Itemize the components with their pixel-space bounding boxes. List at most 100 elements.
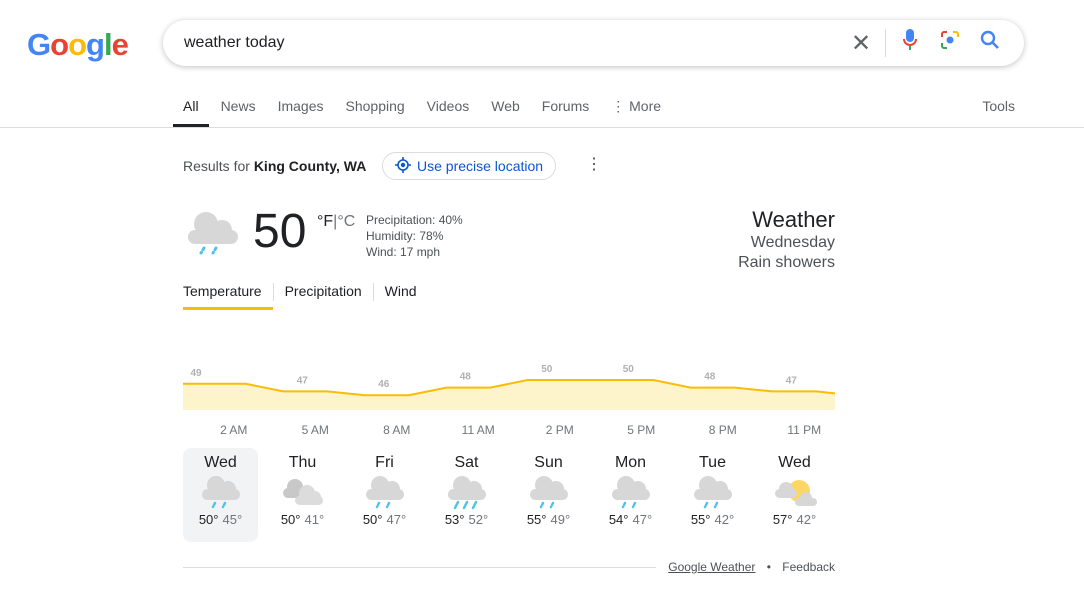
x-tick-label: 8 AM [383, 423, 411, 437]
wind: Wind: 17 mph [366, 245, 441, 259]
forecast-day[interactable]: Wed 57° 42° [757, 448, 832, 542]
tab-forums[interactable]: Forums [542, 96, 589, 127]
feedback-link[interactable]: Feedback [782, 560, 835, 574]
current-temperature: 50 [253, 205, 307, 258]
data-label: 47 [297, 375, 309, 386]
day-temps: 57° 42° [757, 512, 832, 527]
rain-icon [183, 472, 258, 512]
microphone-icon[interactable] [890, 29, 930, 57]
low-temp: 42° [796, 512, 817, 527]
location-name: King County, WA [253, 158, 367, 174]
forecast-day[interactable]: Tue 55° 42° [675, 448, 750, 542]
data-label: 47 [786, 375, 798, 386]
humidity: Humidity: 78% [366, 229, 444, 243]
divider [183, 567, 656, 568]
low-temp: 52° [468, 512, 489, 527]
tools-button[interactable]: Tools [982, 98, 1015, 114]
x-tick-label: 11 AM [461, 423, 495, 437]
tab-temperature[interactable]: Temperature [183, 283, 273, 310]
day-temps: 54° 47° [593, 512, 668, 527]
tab-shopping[interactable]: Shopping [346, 96, 405, 127]
x-tick-label: 11 PM [787, 423, 822, 437]
weather-details: Precipitation: 40% Humidity: 78% Wind: 1… [366, 212, 463, 260]
clear-icon[interactable]: ✕ [841, 29, 881, 58]
x-tick-label: 2 AM [220, 423, 248, 437]
forecast-day[interactable]: Sun 55° 49° [511, 448, 586, 542]
day-temps: 50° 45° [183, 512, 258, 527]
forecast-day[interactable]: Fri 50° 47° [347, 448, 422, 542]
forecast-day[interactable]: Mon 54° 47° [593, 448, 668, 542]
day-name: Sat [454, 454, 479, 471]
search-box[interactable]: weather today ✕ [163, 20, 1024, 66]
forecast-day[interactable]: Wed 50° 45° [183, 448, 258, 542]
rain-showers-icon [186, 208, 240, 263]
google-logo[interactable]: Google [27, 27, 129, 63]
day-name: Wed [778, 454, 811, 471]
unit-toggle: °F|°C [317, 213, 356, 230]
forecast-day[interactable]: Thu 50° 41° [265, 448, 340, 542]
x-tick-label: 8 PM [708, 423, 737, 437]
tab-more[interactable]: ⋮ More [611, 96, 661, 127]
low-temp: 47° [632, 512, 653, 527]
data-label: 46 [378, 379, 390, 390]
search-input[interactable]: weather today [184, 34, 841, 52]
forecast-day[interactable]: Sat 53° 52° [429, 448, 504, 542]
weather-tabs: Temperature Precipitation Wind [183, 283, 428, 310]
high-temp: 55° [690, 512, 711, 527]
data-label: 50 [623, 364, 635, 375]
search-icon[interactable] [970, 30, 1010, 56]
weather-condition: Rain showers [738, 254, 835, 271]
low-temp: 41° [304, 512, 325, 527]
high-temp: 57° [772, 512, 793, 527]
fahrenheit-unit[interactable]: °F [317, 213, 333, 230]
tab-wind[interactable]: Wind [372, 283, 428, 301]
weather-title: Weather [752, 207, 835, 232]
rain-icon [347, 472, 422, 512]
high-temp: 53° [444, 512, 465, 527]
data-label: 50 [541, 364, 553, 375]
camera-lens-icon[interactable] [930, 30, 970, 56]
location-target-icon [395, 156, 411, 176]
x-tick-label: 5 PM [627, 423, 656, 437]
tab-web[interactable]: Web [491, 96, 520, 127]
tab-all[interactable]: All [173, 96, 209, 127]
day-temps: 55° 49° [511, 512, 586, 527]
day-temps: 50° 47° [347, 512, 422, 527]
rain-icon [593, 472, 668, 512]
low-temp: 47° [386, 512, 407, 527]
divider [885, 29, 886, 57]
data-label: 49 [190, 368, 202, 379]
tab-images[interactable]: Images [278, 96, 324, 127]
google-weather-link[interactable]: Google Weather [668, 560, 755, 574]
more-options-icon[interactable]: ⋮ [586, 154, 602, 174]
low-temp: 42° [714, 512, 735, 527]
day-temps: 53° 52° [429, 512, 504, 527]
x-tick-label: 5 AM [301, 423, 329, 437]
cloudy-icon [265, 472, 340, 512]
results-for: Results for King County, WA [183, 158, 366, 174]
high-temp: 50° [198, 512, 219, 527]
weather-summary: Weather Wednesday Rain showers [738, 207, 835, 273]
divider [0, 127, 1084, 128]
low-temp: 45° [222, 512, 243, 527]
day-name: Sun [534, 454, 563, 471]
weather-day: Wednesday [750, 234, 835, 251]
rain-icon [675, 472, 750, 512]
celsius-unit[interactable]: °C [337, 213, 355, 230]
day-name: Tue [699, 454, 726, 471]
tab-precipitation[interactable]: Precipitation [272, 283, 373, 301]
data-label: 48 [704, 372, 716, 383]
x-tick-label: 2 PM [545, 423, 574, 437]
use-precise-location-button[interactable]: Use precise location [382, 152, 557, 180]
precise-label: Use precise location [417, 158, 544, 174]
tab-news[interactable]: News [221, 96, 256, 127]
daily-forecast: Wed 50° 45° Thu 50° 41° Fri 50° 47° Sat 53° 52° Sun 5… [183, 448, 839, 542]
precipitation: Precipitation: 40% [366, 213, 463, 227]
tab-videos[interactable]: Videos [427, 96, 470, 127]
day-name: Thu [288, 454, 317, 471]
high-temp: 55° [526, 512, 547, 527]
search-tabs: All News Images Shopping Videos Web Foru… [173, 96, 683, 127]
high-temp: 50° [362, 512, 383, 527]
bullet: • [766, 560, 771, 574]
day-name: Wed [204, 454, 237, 471]
